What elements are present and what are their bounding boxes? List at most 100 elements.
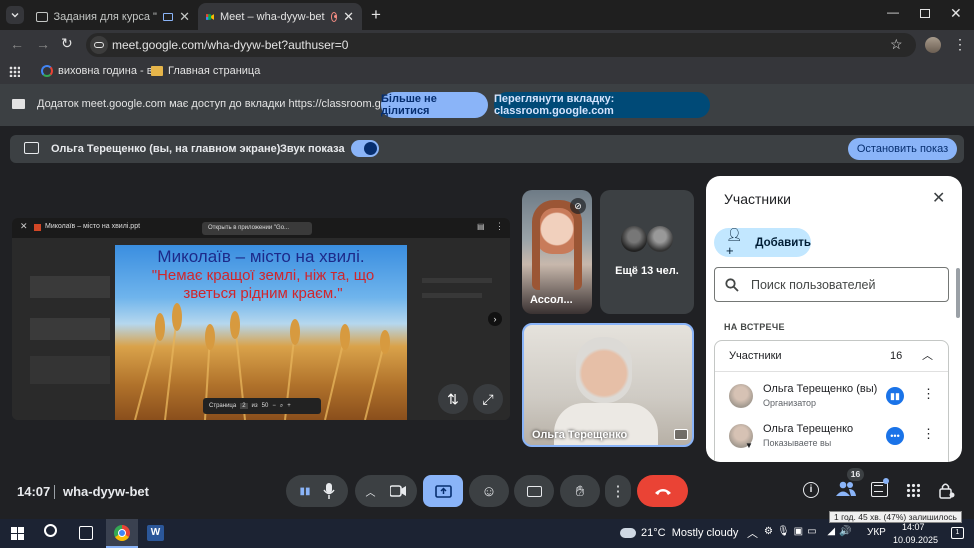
more-participants-tile[interactable]: Ещё 13 чел. (600, 190, 694, 314)
tab-title: Задания для курса "КБ - 1. (53, 10, 157, 23)
url-bar[interactable]: meet.google.com/wha-dyyw-bet?authuser=0 (86, 33, 916, 57)
meeting-code: wha-dyyw-bet (63, 484, 149, 499)
avatar (729, 384, 753, 408)
host-controls-button[interactable] (939, 482, 955, 499)
tray-chevron-icon[interactable]: ︿ (747, 525, 758, 541)
avatar (576, 337, 632, 403)
bookmark-label: Главная страница (168, 65, 261, 77)
captions-icon (526, 485, 542, 497)
apps-grid-icon[interactable] (9, 66, 20, 77)
chevron-up-icon[interactable]: ︿ (922, 347, 933, 363)
bookmark-item[interactable]: виховна година - в... (41, 65, 162, 77)
minimize-button[interactable]: — (887, 5, 899, 19)
scrollbar[interactable] (956, 268, 960, 318)
search-placeholder: Поиск пользователей (751, 277, 876, 292)
add-people-button[interactable]: 👤︎+ Добавить (714, 227, 811, 258)
search-field[interactable]: Поиск пользователей (714, 267, 949, 302)
url-text: meet.google.com/wha-dyyw-bet?authuser=0 (112, 38, 349, 52)
bookmark-item[interactable]: Главная страница (151, 65, 260, 77)
page-total: 50 (261, 403, 269, 409)
meeting-info-icon[interactable]: i (803, 482, 819, 498)
reactions-button[interactable]: ☺ (469, 475, 509, 507)
emoji-icon: ☺ (481, 482, 497, 500)
presenting-bar: Ольга Терещенко (вы, на главном экране) … (10, 135, 964, 163)
notification-icon[interactable]: 1 (951, 527, 964, 539)
clock-date[interactable]: 10.09.2025 (893, 535, 938, 545)
task-view-icon[interactable] (79, 526, 93, 540)
fullscreen-button[interactable]: ⤢ (473, 384, 503, 414)
close-panel-icon[interactable]: ✕ (932, 188, 945, 208)
participant-tile-assol[interactable]: ⊘ Ассол... (522, 190, 592, 314)
stop-sharing-button[interactable]: Більше не ділитися (381, 92, 488, 118)
more-options-icon[interactable]: ⋮ (922, 426, 935, 442)
camera-button[interactable]: ︿ (355, 475, 417, 507)
bookmark-star-icon[interactable]: ☆ (890, 36, 903, 53)
section-label: НА ВСТРЕЧЕ (724, 322, 785, 332)
more-options-icon: ⋮ (610, 483, 626, 500)
zoom-in-icon[interactable]: + (287, 403, 291, 409)
back-icon[interactable]: ← (10, 36, 24, 52)
share-audio-label: Звук показа (280, 143, 345, 155)
page-current[interactable]: 2 (240, 403, 248, 409)
stop-presenting-button[interactable]: Остановить показ (848, 138, 957, 160)
open-with-button[interactable]: Открыть в приложении "Go... (202, 222, 312, 235)
start-button[interactable] (11, 527, 24, 540)
tab-search-button[interactable] (6, 6, 24, 24)
chrome-icon (114, 525, 130, 541)
people-button[interactable] (836, 481, 856, 499)
tab-classroom[interactable]: Задания для курса "КБ - 1. ✕ (28, 3, 198, 30)
audio-level-icon: ▮▮ (299, 485, 311, 497)
leave-call-button[interactable] (637, 475, 688, 507)
switch-tab-button[interactable]: Переглянути вкладку: classroom.google.co… (494, 92, 710, 118)
new-tab-button[interactable]: + (371, 5, 381, 25)
more-options-button[interactable]: ⋮ (605, 475, 631, 507)
page-nav: Страница 2 из 50 − ⌕ + (203, 398, 321, 414)
recording-icon (330, 11, 338, 22)
swap-layout-button[interactable]: ⇅ (438, 384, 468, 414)
captions-button[interactable] (514, 475, 554, 507)
zoom-out-icon[interactable]: − (272, 403, 276, 409)
more-options-icon[interactable]: ⋮ (922, 386, 935, 402)
participant-row[interactable]: Ольга Терещенко (вы) Организатор ▮▮ ⋮ (715, 379, 948, 415)
chevron-up-icon[interactable]: ︿ (366, 484, 376, 499)
site-info-icon[interactable] (90, 36, 108, 54)
cast-icon (162, 12, 174, 21)
audio-settings-mic-button[interactable]: ▮▮ (286, 475, 348, 507)
share-screen-icon (12, 99, 25, 109)
add-person-icon: 👤︎+ (726, 227, 743, 258)
reload-icon[interactable]: ↻ (61, 35, 73, 52)
address-toolbar: ← → ↻ meet.google.com/wha-dyyw-bet?authu… (0, 30, 974, 60)
print-icon[interactable]: ▤ (477, 222, 485, 231)
meet-icon (206, 13, 214, 20)
restore-button[interactable] (920, 9, 930, 18)
tab-meet[interactable]: Meet – wha-dyyw-bet ✕ (198, 3, 362, 30)
group-header[interactable]: Участники 16 ︿ (715, 341, 948, 371)
close-tab-icon[interactable]: ✕ (343, 9, 354, 25)
present-screen-icon (24, 142, 39, 154)
chrome-taskbar-icon[interactable] (106, 519, 138, 548)
self-tile[interactable]: Ольга Терещенко (522, 323, 694, 447)
chevron-down-icon (11, 13, 19, 18)
browser-menu-icon[interactable]: ⋮ (953, 36, 967, 53)
activities-button[interactable] (906, 483, 920, 497)
forward-icon[interactable]: → (36, 36, 50, 52)
share-audio-toggle[interactable] (351, 140, 379, 157)
weather-text[interactable]: 21°C Mostly cloudy (641, 527, 738, 539)
meeting-time: 14:07 (17, 484, 51, 499)
search-icon[interactable] (44, 524, 57, 537)
chat-button[interactable] (871, 482, 888, 497)
clock-time[interactable]: 14:07 (902, 522, 925, 532)
word-taskbar-icon[interactable]: W (147, 525, 164, 541)
raise-hand-button[interactable]: ✋︎ (560, 475, 600, 507)
profile-avatar[interactable] (925, 37, 941, 53)
close-window-button[interactable]: ✕ (950, 5, 962, 22)
more-icon[interactable]: ⋮ (495, 221, 504, 232)
close-icon[interactable]: ✕ (20, 221, 28, 232)
close-tab-icon[interactable]: ✕ (179, 9, 190, 25)
participant-row[interactable]: ▼ Ольга Терещенко Показываете вы ••• ⋮ (715, 419, 948, 455)
image-icon (151, 66, 163, 76)
next-slide-button[interactable]: › (488, 312, 502, 326)
language-indicator[interactable]: УКР (867, 527, 886, 538)
present-button[interactable] (423, 475, 463, 507)
battery-tooltip: 1 год. 45 хв. (47%) залишилось (829, 511, 962, 523)
